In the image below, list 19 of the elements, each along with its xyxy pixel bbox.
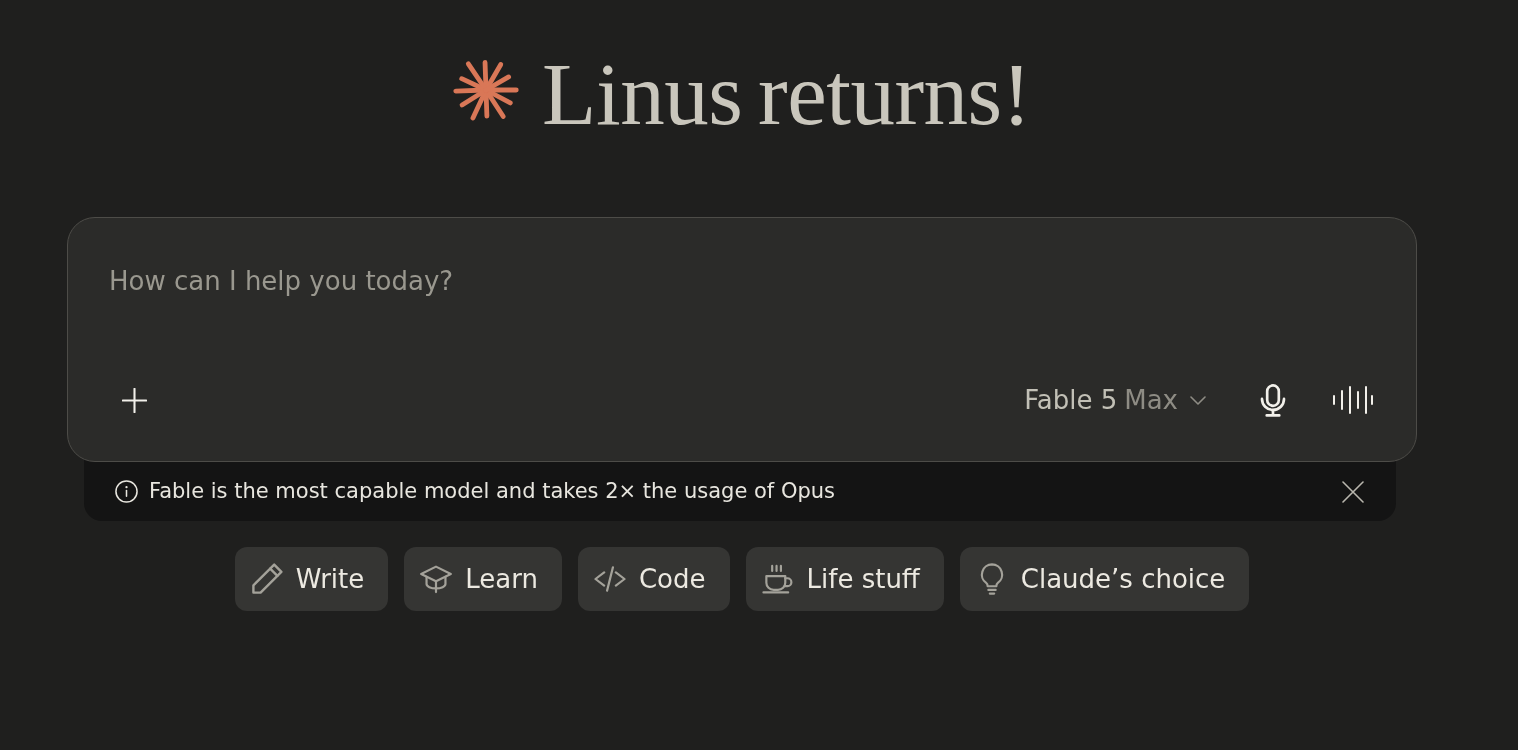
suggestion-chip[interactable]: Write (234, 547, 389, 611)
chevron-down-icon (1190, 395, 1206, 405)
close-icon (1342, 480, 1364, 503)
notice-text: Fable is the most capable model and takes 2× the usage of Opus (149, 477, 836, 505)
suggestion-chip[interactable]: Claude’s choice (959, 547, 1250, 611)
message-input[interactable]: How can I help you today? Fable 5 Max (67, 217, 1417, 462)
suggestion-chip[interactable]: Life stuff (745, 547, 944, 611)
graduation-cap-icon (420, 563, 453, 595)
waveform-icon (1333, 386, 1373, 414)
microphone-icon (1259, 383, 1287, 417)
coffee-cup-icon (761, 563, 794, 595)
greeting-title: Linus returns! (542, 50, 1031, 139)
suggestion-chip[interactable]: Code (577, 547, 730, 611)
suggestion-chip[interactable]: Learn (404, 547, 562, 611)
code-icon (593, 563, 626, 595)
model-selector[interactable]: Fable 5 Max (1016, 380, 1214, 420)
plus-icon (121, 387, 147, 413)
info-icon (115, 480, 138, 503)
pencil-icon (250, 563, 283, 595)
